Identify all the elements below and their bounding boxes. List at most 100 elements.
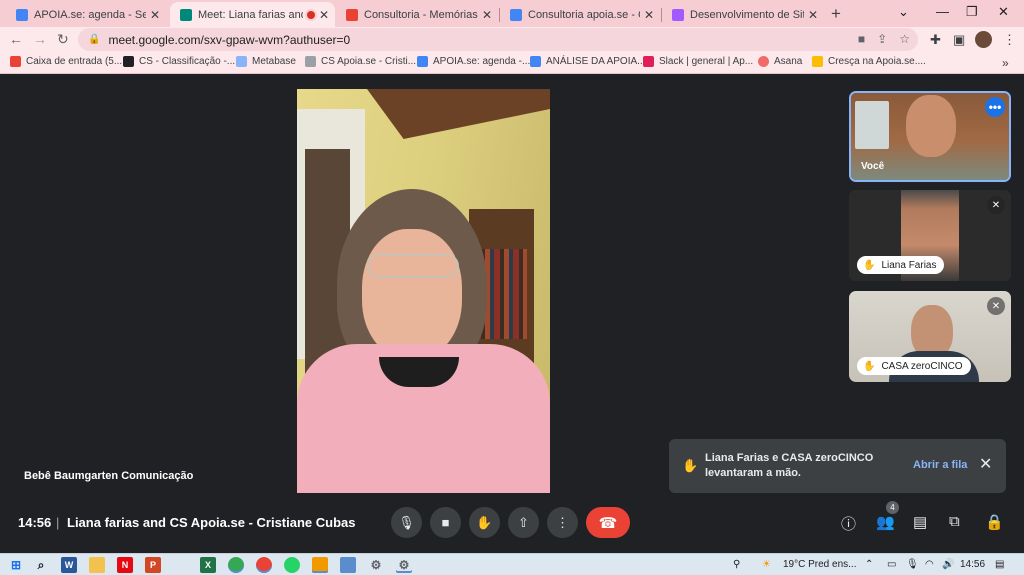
- wall-picture: [855, 101, 889, 149]
- settings-icon[interactable]: ⚙: [396, 557, 412, 573]
- bookmark-item[interactable]: Cresça na Apoia.se....: [812, 56, 926, 67]
- bookmark-item[interactable]: CS - Classificação -...: [123, 56, 235, 67]
- minimize-button[interactable]: —: [936, 4, 949, 19]
- calendar-icon: [417, 56, 428, 67]
- figma-icon: [672, 8, 684, 21]
- meet-control-bar: 14:56 | Liana farias and CS Apoia.se - C…: [0, 500, 1024, 552]
- address-bar[interactable]: 🔒 meet.google.com/sxv-gpaw-wvm?authuser=…: [78, 28, 918, 51]
- browser-tab[interactable]: Consultoria apoia.se - Cristia ✕: [500, 2, 660, 27]
- close-tab-icon[interactable]: ✕: [644, 8, 654, 22]
- bookmark-item[interactable]: Metabase: [236, 56, 296, 67]
- info-icon[interactable]: ⓘ: [841, 513, 856, 534]
- toast-message: Liana Farias e CASA zeroCINCO levantaram…: [705, 452, 874, 479]
- excel-icon[interactable]: X: [200, 557, 216, 573]
- camera-button[interactable]: ■: [430, 507, 461, 538]
- people-tray-icon[interactable]: ⚲: [733, 559, 740, 570]
- mic-off-icon: ✕: [987, 196, 1005, 214]
- powerpoint-icon[interactable]: P: [145, 557, 161, 573]
- settings-icon[interactable]: ⚙: [368, 557, 384, 573]
- hand-raised-icon: ✋: [863, 360, 876, 372]
- browser-tab[interactable]: Desenvolvimento de Site - F ✕: [662, 2, 824, 27]
- microphone-tray-icon[interactable]: 🎙: [906, 559, 919, 570]
- page-icon: [305, 56, 316, 67]
- notifications-icon[interactable]: ▤: [995, 559, 1004, 570]
- word-icon[interactable]: W: [61, 557, 77, 573]
- people-icon[interactable]: 👥: [876, 513, 895, 531]
- weather-text[interactable]: 19°C Pred ens...: [783, 559, 856, 570]
- self-tile[interactable]: Você •••: [849, 91, 1011, 182]
- volume-icon[interactable]: 🔊: [942, 559, 954, 570]
- extensions-icon[interactable]: ✚: [930, 32, 941, 48]
- more-options-button[interactable]: ⋮: [547, 507, 578, 538]
- windows-start-icon[interactable]: ⊞: [8, 557, 24, 573]
- bookmark-star-icon[interactable]: ☆: [899, 32, 910, 46]
- netflix-icon[interactable]: N: [117, 557, 133, 573]
- close-tab-icon[interactable]: ✕: [319, 8, 329, 22]
- windows-taskbar: ⊞ ⌕ W N P X ⚙ ⚙ ⚲ ☀ 19°C Pred ens... ⌃ ▭…: [0, 553, 1024, 575]
- tab-search-icon[interactable]: ⌄: [898, 4, 909, 20]
- url-text: meet.google.com/sxv-gpaw-wvm?authuser=0: [108, 32, 351, 47]
- lock-icon[interactable]: 🔒: [88, 34, 100, 45]
- close-icon[interactable]: ✕: [979, 454, 992, 474]
- leave-call-button[interactable]: ☎: [586, 507, 630, 538]
- microphone-button[interactable]: 🎙: [391, 507, 422, 538]
- side-panel-icon[interactable]: ▣: [953, 32, 965, 48]
- activities-icon[interactable]: ⧉: [949, 513, 960, 530]
- chrome-icon[interactable]: [256, 557, 272, 573]
- share-icon[interactable]: ⇪: [877, 32, 887, 46]
- close-tab-icon[interactable]: ✕: [482, 8, 492, 22]
- wifi-icon[interactable]: ◠: [925, 559, 934, 570]
- main-video[interactable]: [297, 89, 550, 493]
- menu-dots-icon[interactable]: ⋮: [1003, 32, 1016, 48]
- bookmark-item[interactable]: Slack | general | Ap...: [643, 56, 753, 67]
- slides-icon: [812, 56, 823, 67]
- raise-hand-button[interactable]: ✋: [469, 507, 500, 538]
- bookmark-item[interactable]: Asana: [758, 56, 802, 67]
- chrome-icon[interactable]: [228, 557, 244, 573]
- new-tab-button[interactable]: +: [831, 4, 841, 24]
- whatsapp-icon[interactable]: [284, 557, 300, 573]
- system-clock[interactable]: 14:56: [960, 559, 985, 570]
- meet-tray-icon[interactable]: ▭: [887, 559, 896, 570]
- app-icon[interactable]: [340, 557, 356, 573]
- participant-tile[interactable]: ✕ ✋ CASA zeroCINCO: [849, 291, 1011, 382]
- reload-icon[interactable]: ↻: [57, 31, 69, 48]
- more-vert-icon: ⋮: [556, 514, 569, 530]
- browser-tab[interactable]: Consultoria - Memórias ribe ✕: [336, 2, 498, 27]
- bookmark-item[interactable]: CS Apoia.se - Cristi...: [305, 56, 416, 67]
- more-options-icon[interactable]: •••: [985, 97, 1005, 117]
- browser-tab[interactable]: APOIA.se: agenda - Semana ✕: [6, 2, 166, 27]
- close-tab-icon[interactable]: ✕: [808, 8, 818, 22]
- bookmark-label: Asana: [774, 56, 803, 67]
- host-controls-icon[interactable]: 🔒: [985, 513, 1004, 531]
- back-icon[interactable]: ←: [9, 31, 23, 47]
- divider: |: [56, 515, 60, 530]
- docs-icon: [530, 56, 541, 67]
- forward-icon[interactable]: →: [33, 31, 47, 47]
- people-count-badge: 4: [886, 501, 899, 514]
- raised-hands-toast: ✋ Liana Farias e CASA zeroCINCO levantar…: [669, 439, 1006, 493]
- bookmark-item[interactable]: Caixa de entrada (5...: [10, 56, 122, 67]
- bookmark-item[interactable]: APOIA.se: agenda -...: [417, 56, 530, 67]
- close-tab-icon[interactable]: ✕: [150, 8, 160, 22]
- more-bookmarks-button[interactable]: »: [1002, 56, 1009, 70]
- present-button[interactable]: ⇧: [508, 507, 539, 538]
- app-icon[interactable]: [312, 557, 328, 573]
- tab-title: Desenvolvimento de Site - F: [690, 8, 804, 21]
- open-queue-button[interactable]: Abrir a fila: [913, 459, 967, 471]
- browser-tab-active[interactable]: Meet: Liana farias and CS ✕: [170, 2, 335, 27]
- file-explorer-icon[interactable]: [89, 557, 105, 573]
- participant-tile[interactable]: ✕ ✋ Liana Farias: [849, 190, 1011, 281]
- camera-permission-icon[interactable]: ■: [858, 32, 865, 46]
- bookmark-label: Metabase: [252, 56, 296, 67]
- show-hidden-icons[interactable]: ⌃: [865, 559, 873, 570]
- chat-icon[interactable]: ▤: [913, 513, 927, 531]
- search-icon[interactable]: ⌕: [33, 557, 49, 573]
- participant-name: CASA zeroCINCO: [881, 360, 963, 372]
- close-window-button[interactable]: ✕: [998, 4, 1009, 20]
- tab-title: Consultoria apoia.se - Cristia: [528, 8, 640, 21]
- meet-icon: [180, 8, 192, 21]
- restore-button[interactable]: ❐: [966, 4, 978, 20]
- bookmark-item[interactable]: ANÁLISE DA APOIA...: [530, 56, 646, 67]
- profile-avatar[interactable]: [975, 31, 992, 48]
